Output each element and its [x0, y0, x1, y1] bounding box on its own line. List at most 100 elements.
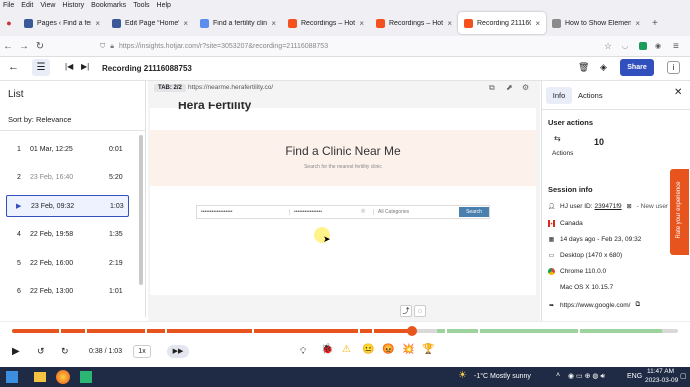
referrer-text[interactable]: https://www.google.com/: [560, 302, 630, 309]
recording-list-item[interactable]: 1 01 Mar, 12:25 0:01: [0, 138, 138, 160]
browser-tab[interactable]: Pages ‹ Find a fertility clinic ×: [18, 12, 106, 34]
tab-close-icon[interactable]: ×: [95, 19, 100, 28]
menu-bookmarks[interactable]: Bookmarks: [91, 2, 126, 9]
category-select[interactable]: All Categories: [373, 209, 455, 215]
tab-close-icon[interactable]: ×: [635, 19, 640, 28]
tag-icon[interactable]: ◈: [600, 62, 607, 73]
menu-tools[interactable]: Tools: [133, 2, 149, 9]
neutral-face-icon[interactable]: 😐: [362, 344, 374, 355]
recording-list-item[interactable]: 5 22 Feb, 16:00 2:19: [0, 252, 138, 274]
masked-field-2[interactable]: ••••••••••••••••: [289, 209, 322, 215]
recording-list-item[interactable]: 2 23 Feb, 16:40 5:20: [0, 167, 138, 189]
open-external-icon[interactable]: ⬈: [506, 83, 513, 92]
tray-chevron-icon[interactable]: ˄: [556, 372, 560, 379]
search-submit-button[interactable]: Search: [459, 207, 489, 217]
timeline-event-marker[interactable]: [444, 329, 447, 333]
url-text[interactable]: https://insights.hotjar.com/r?site=30532…: [119, 43, 328, 50]
copy-icon[interactable]: ⧉: [489, 83, 495, 93]
account-icon[interactable]: ◉: [655, 42, 661, 50]
menu-view[interactable]: View: [40, 2, 55, 9]
browser-tab[interactable]: How to Show Elemen ×: [546, 12, 646, 34]
share-button[interactable]: Share: [620, 59, 654, 76]
angry-face-icon[interactable]: 😡: [382, 344, 394, 355]
timeline-event-marker[interactable]: [578, 329, 581, 333]
trophy-icon[interactable]: 🏆: [422, 344, 434, 355]
play-icon[interactable]: ▶: [12, 346, 20, 357]
tab-actions[interactable]: Actions: [578, 87, 603, 104]
pocket-icon[interactable]: ◡: [622, 42, 628, 50]
close-icon[interactable]: ✕: [674, 87, 682, 98]
tab-close-icon[interactable]: ×: [535, 19, 540, 28]
tab-info[interactable]: Info: [546, 87, 572, 104]
recording-list-item[interactable]: 4 22 Feb, 19:58 1:35: [0, 224, 138, 246]
copy-referrer-icon[interactable]: ⧉: [635, 301, 640, 309]
menu-file[interactable]: File: [3, 2, 14, 9]
notification-icon[interactable]: ▢: [680, 372, 687, 380]
language-indicator[interactable]: ENG: [627, 373, 642, 380]
timeline-scrubber[interactable]: [406, 326, 417, 336]
reload-icon[interactable]: ↻: [32, 41, 48, 52]
actions-card[interactable]: ⇆ 10 Actions: [548, 132, 608, 159]
timeline-event-marker[interactable]: [251, 329, 254, 333]
tray-icons[interactable]: ◉ ▭ ⊕ ◍ 🔊︎: [568, 372, 605, 381]
browser-tab[interactable]: Recordings – Hotjar×: [282, 12, 370, 34]
user-id-link[interactable]: 239471f9: [595, 203, 622, 210]
extension-icon[interactable]: [639, 42, 647, 50]
menu-edit[interactable]: Edit: [21, 2, 33, 9]
menu-help[interactable]: Help: [157, 2, 171, 9]
timeline-event-marker[interactable]: [371, 329, 374, 333]
forward-icon[interactable]: →: [16, 41, 32, 52]
browser-tab[interactable]: Recording 21116088753×: [458, 12, 546, 34]
file-explorer-icon[interactable]: [34, 372, 46, 382]
back-arrow-icon[interactable]: ←: [8, 61, 19, 73]
address-bar[interactable]: ⛉ 🔒︎ https://insights.hotjar.com/r?site=…: [100, 39, 620, 54]
back-icon[interactable]: ←: [0, 41, 16, 52]
app-menu-icon[interactable]: ≡: [673, 41, 679, 52]
timeline-event-marker[interactable]: [358, 329, 361, 333]
timeline-event-marker[interactable]: [85, 329, 88, 333]
notes-app-icon[interactable]: [80, 371, 92, 383]
rage-click-icon[interactable]: 💥: [402, 344, 414, 355]
lightbulb-icon[interactable]: 💡︎: [300, 346, 306, 357]
timeline-event-marker[interactable]: [478, 329, 481, 333]
timeline-event-marker[interactable]: [58, 329, 61, 333]
list-toggle-icon[interactable]: ☰: [32, 59, 50, 76]
sort-label[interactable]: Sort by: Relevance: [8, 115, 71, 124]
sidebar-scrollbar[interactable]: [139, 135, 143, 285]
next-recording-icon[interactable]: ▶|: [81, 62, 89, 71]
tab-close-icon[interactable]: ×: [447, 19, 452, 28]
firefox-view-icon[interactable]: ●: [0, 18, 18, 28]
new-tab-icon[interactable]: +: [652, 18, 658, 29]
skip-inactivity-toggle[interactable]: ▶▶: [167, 345, 189, 358]
clock-time[interactable]: 11:47 AM: [647, 368, 674, 375]
browser-tab[interactable]: Recordings – Hotjar×: [370, 12, 458, 34]
bug-icon[interactable]: 🐞: [321, 344, 333, 355]
user-id-box-icon[interactable]: ⊠: [627, 203, 632, 210]
browser-tab[interactable]: Edit Page “Home” ‹ Fin×: [106, 12, 194, 34]
speed-button[interactable]: 1x: [133, 345, 151, 358]
menu-history[interactable]: History: [62, 2, 84, 9]
previous-recording-icon[interactable]: |◀: [65, 62, 73, 71]
skip-forward-icon[interactable]: ↻: [61, 346, 69, 357]
timeline-track[interactable]: [12, 326, 678, 336]
bookmark-star-icon[interactable]: ☆: [604, 41, 612, 52]
feedback-tab[interactable]: Rate your experience: [670, 169, 689, 255]
timeline-event-marker[interactable]: [165, 329, 168, 333]
firefox-icon[interactable]: [56, 370, 70, 384]
masked-field-1[interactable]: ••••••••••••••••••: [201, 209, 233, 215]
recording-list-item[interactable]: 6 22 Feb, 13:00 1:01: [0, 281, 138, 303]
browser-tab[interactable]: Find a fertility clinic –×: [194, 12, 282, 34]
comment-icon[interactable]: ◌: [414, 305, 426, 317]
info-icon[interactable]: i: [667, 61, 680, 74]
clock-date[interactable]: 2023-03-09: [645, 377, 678, 384]
settings-icon[interactable]: ⚙: [522, 83, 529, 92]
tab-close-icon[interactable]: ×: [271, 19, 276, 28]
share-clip-icon[interactable]: ⤴: [400, 305, 412, 317]
trash-icon[interactable]: 🗑︎: [578, 62, 589, 73]
start-icon[interactable]: [6, 371, 18, 383]
tab-close-icon[interactable]: ×: [183, 19, 188, 28]
recording-list-item[interactable]: ▶ 23 Feb, 09:32 1:03: [6, 195, 129, 217]
tab-close-icon[interactable]: ×: [359, 19, 364, 28]
skip-back-icon[interactable]: ↺: [37, 346, 45, 357]
timeline-event-marker[interactable]: [145, 329, 148, 333]
